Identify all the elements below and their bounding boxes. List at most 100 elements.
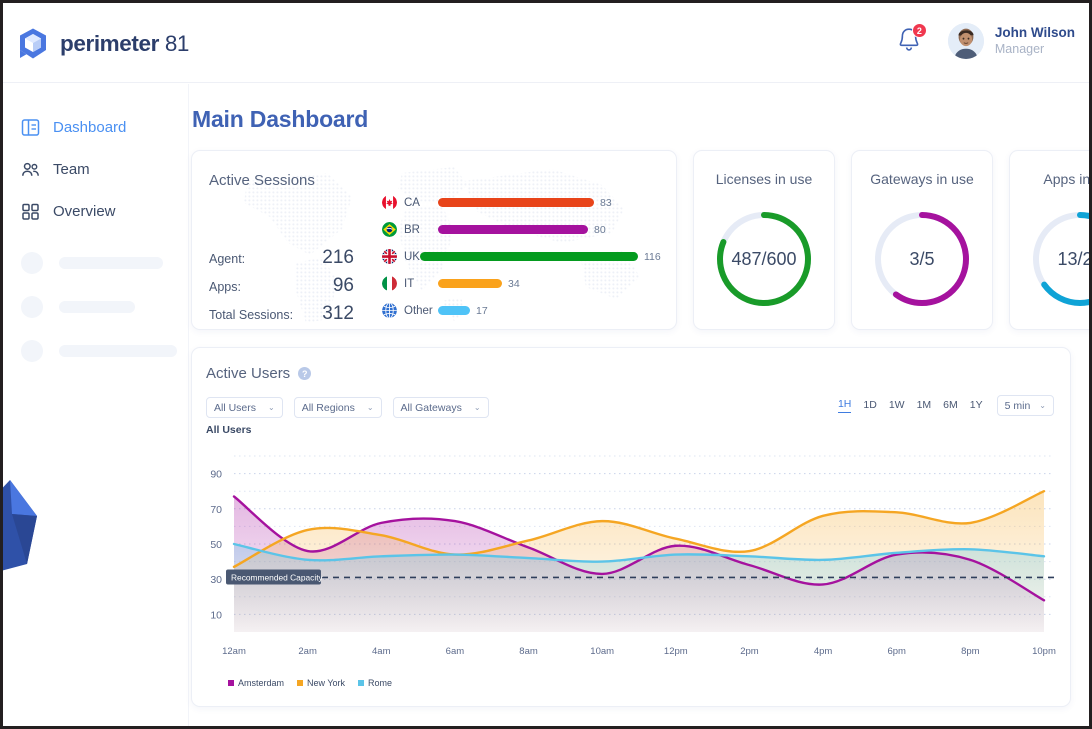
stat-value: 96 (332, 275, 354, 296)
svg-text:50: 50 (210, 539, 222, 551)
legend-label: New York (307, 678, 346, 688)
skeleton-circle (21, 296, 43, 318)
user-menu[interactable]: John Wilson Manager (947, 23, 1075, 59)
skeleton-bar (59, 345, 177, 357)
flag-uk-icon (382, 249, 397, 264)
legend-color-swatch (297, 680, 304, 686)
session-stat-row: Total Sessions: 312 (209, 303, 354, 325)
sidebar-skeleton-item (3, 252, 188, 274)
card-title: Active Sessions (209, 172, 315, 189)
decorative-cube-shape (3, 476, 43, 581)
sidebar-skeleton-item (3, 340, 188, 362)
card-title-row: Active Users ? (206, 365, 312, 382)
help-question-icon[interactable]: ? (298, 367, 312, 380)
time-range-selector: 1H 1D 1W 1M 6M 1Y 5 min ⌄ (837, 395, 1054, 416)
interval-select[interactable]: 5 min ⌄ (996, 395, 1054, 416)
licenses-in-use-card: Licenses in use 487/600 (693, 150, 835, 330)
bar-fill (438, 225, 588, 234)
svg-text:10: 10 (210, 609, 222, 621)
bar-track: 17 (438, 304, 662, 317)
country-code: CA (404, 196, 420, 209)
filter-select-all-gateways[interactable]: All Gateways ⌄ (392, 397, 489, 418)
donut-value: 13/20 (1057, 248, 1092, 269)
bar-fill (419, 252, 638, 261)
page-title: Main Dashboard (192, 106, 369, 132)
notification-count-badge: 2 (911, 23, 927, 38)
donut-title: Licenses in use (715, 171, 813, 187)
donut-title: Gateways in use (870, 171, 974, 187)
legend-color-swatch (228, 680, 234, 686)
legend-item-new-york[interactable]: New York (297, 678, 345, 688)
legend-item-rome[interactable]: Rome (358, 678, 392, 688)
svg-text:12pm: 12pm (664, 646, 688, 657)
filter-select-all-users[interactable]: All Users ⌄ (206, 397, 283, 418)
brand-name: perimeter 81 (60, 31, 189, 57)
bar-value: 34 (508, 277, 520, 290)
bar-value: 80 (594, 223, 606, 236)
cube-logo-icon (17, 27, 49, 61)
range-button-1m[interactable]: 1M (917, 399, 932, 413)
chevron-down-icon: ⌄ (366, 403, 374, 412)
stat-label: Apps: (209, 280, 241, 294)
filter-label: All Gateways (400, 401, 462, 414)
range-button-1h[interactable]: 1H (837, 398, 852, 413)
sidebar-item-dashboard[interactable]: Dashboard (3, 108, 188, 146)
sidebar-item-label: Team (53, 160, 90, 178)
chevron-down-icon: ⌄ (268, 403, 275, 412)
svg-text:Recommended Capacity: Recommended Capacity (231, 573, 324, 583)
chevron-down-icon: ⌄ (473, 403, 481, 412)
brand-logo[interactable]: perimeter 81 (17, 27, 189, 61)
overview-grid-icon (21, 202, 40, 221)
apps-in-use-card: Apps in use 13/20 (1009, 150, 1092, 330)
bar-track: 83 (438, 197, 662, 209)
flag-ca-icon (382, 195, 397, 210)
svg-text:10pm: 10pm (1032, 646, 1056, 657)
range-button-1w[interactable]: 1W (889, 399, 905, 413)
sessions-bar-row: Other 17 (382, 297, 662, 324)
sidebar-item-label: Overview (53, 202, 116, 220)
bar-value: 116 (643, 250, 661, 263)
header-actions: 2 John Wilson Manager (896, 23, 1075, 59)
flag-br-icon (382, 222, 397, 237)
donut-title: Apps in use (1043, 171, 1091, 187)
flag-globe-icon (382, 303, 397, 318)
donut-value: 487/600 (731, 248, 797, 269)
bar-fill (438, 198, 594, 207)
sidebar-item-overview[interactable]: Overview (3, 192, 188, 230)
skeleton-circle (21, 340, 43, 362)
notifications-button[interactable]: 2 (896, 23, 927, 56)
stat-value: 312 (322, 303, 354, 324)
range-button-1y[interactable]: 1Y (970, 399, 983, 413)
sidebar-item-team[interactable]: Team (3, 150, 188, 188)
skeleton-bar (59, 301, 135, 313)
sessions-stat-list: Agent: 216 Apps: 96 Total Sessions: 312 (209, 247, 354, 329)
country-code: UK (404, 250, 420, 263)
svg-text:70: 70 (210, 504, 222, 516)
svg-text:8pm: 8pm (961, 646, 980, 657)
country-code: IT (404, 277, 415, 290)
country-code: BR (404, 223, 420, 236)
dashboard-icon (21, 118, 40, 137)
stat-value: 216 (322, 247, 354, 268)
svg-text:12am: 12am (222, 646, 246, 657)
sidebar-nav: Dashboard Team Overview (3, 84, 189, 726)
legend-label: Amsterdam (238, 678, 285, 688)
app-window: perimeter 81 2 John Wilson Manager Dashb… (0, 0, 1092, 729)
sessions-bar-row: UK 116 (382, 243, 662, 270)
filter-label: All Users (214, 401, 257, 414)
avatar (947, 23, 984, 59)
range-button-1d[interactable]: 1D (863, 399, 876, 413)
user-role: Manager (994, 41, 1045, 56)
user-name: John Wilson (994, 24, 1075, 40)
range-button-6m[interactable]: 6M (943, 399, 958, 413)
svg-text:8am: 8am (519, 646, 538, 657)
donut-chart: 3/5 (870, 207, 974, 316)
bar-value: 17 (476, 304, 488, 317)
donut-chart: 487/600 (712, 207, 816, 316)
legend-item-amsterdam[interactable]: Amsterdam (228, 678, 284, 688)
filter-select-all-regions[interactable]: All Regions ⌄ (293, 397, 382, 418)
country-code: Other (404, 304, 433, 317)
user-meta: John Wilson Manager (995, 25, 1075, 58)
sessions-bar-chart: CA 83 BR 80 UK 116 IT 34 Other 17 (382, 189, 662, 324)
sessions-bar-row: IT 34 (382, 270, 662, 297)
